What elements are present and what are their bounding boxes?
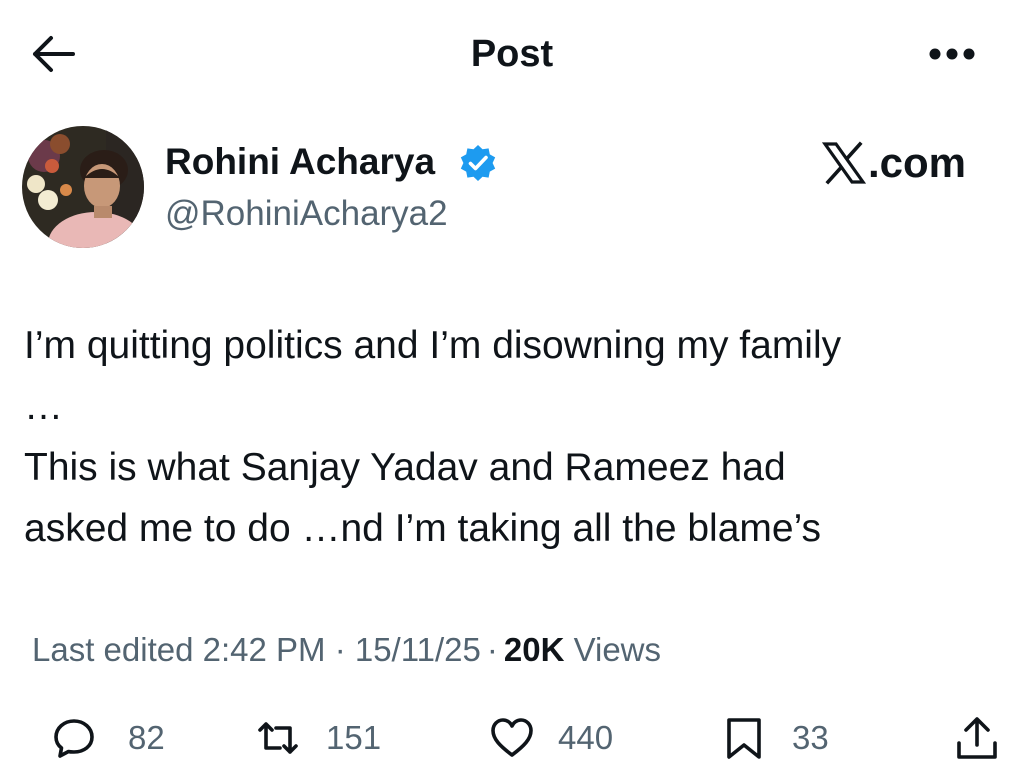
author-handle[interactable]: @RohiniAcharya2 bbox=[165, 192, 448, 236]
edited-timestamp[interactable]: Last edited 2:42 PM · 15/11/25 bbox=[32, 631, 481, 668]
repost-icon bbox=[258, 722, 298, 754]
reply-icon bbox=[54, 719, 94, 758]
action-bar: 82 151 440 33 bbox=[0, 705, 1024, 771]
share-icon bbox=[957, 717, 997, 759]
top-bar: Post bbox=[0, 0, 1024, 110]
bookmark-count: 33 bbox=[792, 719, 829, 756]
more-horizontal-icon bbox=[929, 48, 975, 60]
tweet-text: I’m quitting politics and I’m disowning … bbox=[24, 324, 842, 550]
avatar[interactable] bbox=[22, 126, 144, 248]
repost-button[interactable]: 151 bbox=[256, 705, 381, 771]
x-com-text: .com bbox=[868, 139, 967, 186]
avatar-photo bbox=[22, 126, 144, 248]
heart-icon bbox=[491, 718, 533, 757]
repost-count: 151 bbox=[326, 719, 382, 756]
verified-badge-icon bbox=[458, 143, 498, 183]
bookmark-button[interactable]: 33 bbox=[722, 705, 829, 771]
like-button[interactable]: 440 bbox=[490, 705, 613, 771]
x-com-brand: .com bbox=[822, 138, 966, 188]
reply-button[interactable]: 82 bbox=[52, 705, 165, 771]
x-logo-icon bbox=[822, 141, 866, 185]
bookmark-icon bbox=[727, 718, 761, 759]
views-label: Views bbox=[573, 631, 662, 668]
like-count: 440 bbox=[558, 719, 614, 756]
share-button[interactable] bbox=[950, 711, 1004, 765]
reply-count: 82 bbox=[128, 719, 165, 756]
more-options-button[interactable] bbox=[924, 34, 980, 74]
author-name[interactable]: Rohini Acharya bbox=[165, 140, 435, 184]
tweet-meta: Last edited 2:42 PM · 15/11/25 · 20K Views bbox=[32, 628, 661, 672]
meta-separator: · bbox=[486, 631, 498, 668]
page-title: Post bbox=[470, 33, 554, 75]
views-count: 20K bbox=[503, 631, 565, 668]
